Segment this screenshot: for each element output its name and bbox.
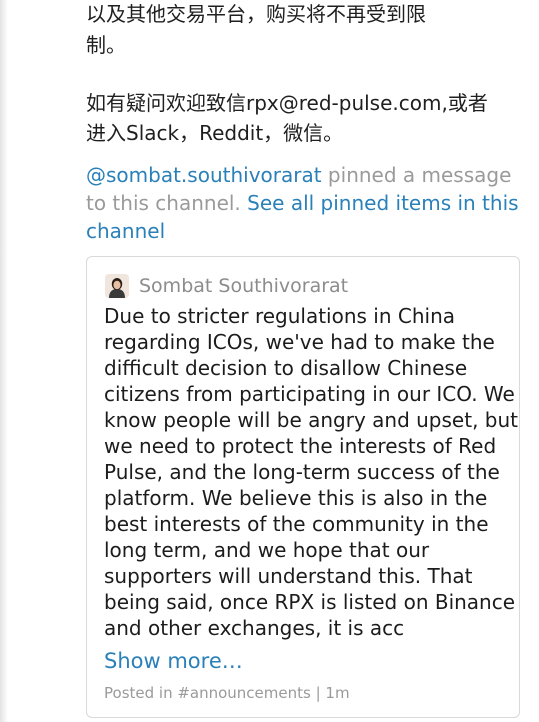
- body-line: best interests of the community in the: [104, 512, 489, 536]
- body-line: Pulse, and the long-term success of the: [104, 460, 500, 484]
- message-pane: 以及其他交易平台，购买将不再受到限 制。 如有疑问欢迎致信rpx@red-pul…: [0, 0, 539, 722]
- user-avatar-icon[interactable]: [105, 274, 129, 298]
- message-text-line: 以及其他交易平台，购买将不再受到限: [86, 2, 426, 26]
- body-line: we need to protect the interests of Red: [104, 434, 497, 458]
- body-line: regarding ICOs, we've had to make the: [104, 330, 495, 354]
- see-pinned-items-link-cont[interactable]: channel: [86, 219, 165, 243]
- message-text-line: 制。: [86, 33, 126, 57]
- see-pinned-items-link[interactable]: See all pinned items in this: [247, 191, 518, 215]
- body-line: difficult decision to disallow Chinese: [104, 356, 468, 380]
- pinned-message-card[interactable]: Sombat Southivorarat Due to stricter reg…: [86, 256, 520, 718]
- pane-edge-shadow: [0, 0, 8, 722]
- pinned-message-author: Sombat Southivorarat: [105, 273, 348, 299]
- body-line: Due to stricter regulations in China: [104, 304, 456, 328]
- show-more-link[interactable]: Show more…: [104, 649, 243, 673]
- body-line: know people will be angry and upset, but: [104, 408, 518, 432]
- body-line: and other exchanges, it is acc: [104, 616, 405, 640]
- body-line: citizens from participating in our ICO. …: [104, 382, 515, 406]
- message-text-line: 进入Slack，Reddit，微信。: [86, 121, 344, 145]
- message-text-line: 如有疑问欢迎致信rpx@red-pulse.com,或者: [86, 91, 488, 115]
- body-line: being said, once RPX is listed on Binanc…: [104, 590, 516, 614]
- pin-notice-text: to this channel.: [86, 191, 248, 215]
- pin-notice: @sombat.southivorarat pinned a message t…: [86, 161, 526, 245]
- pinned-message-body: Due to stricter regulations in China reg…: [104, 303, 518, 641]
- pin-notice-text: pinned a message: [321, 163, 512, 187]
- body-line: long term, and we hope that our: [104, 538, 430, 562]
- posted-in-meta[interactable]: Posted in #announcements | 1m: [104, 684, 350, 702]
- author-name[interactable]: Sombat Southivorarat: [139, 275, 348, 297]
- body-line: supporters will understand this. That: [104, 564, 473, 588]
- body-line: platform. We believe this is also in the: [104, 486, 488, 510]
- pinned-by-user-link[interactable]: @sombat.southivorarat: [86, 163, 322, 187]
